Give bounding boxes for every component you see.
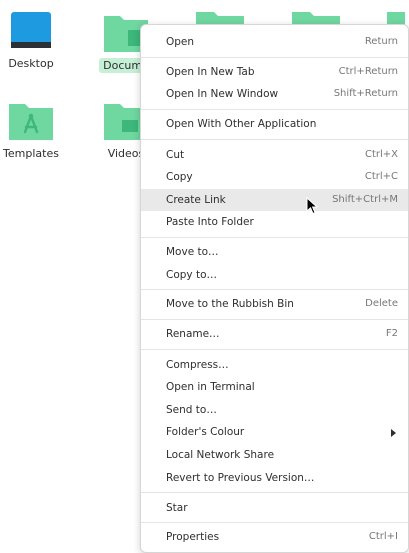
menu-item-label: Open With Other Application (166, 118, 317, 130)
menu-separator (141, 109, 408, 110)
menu-item-send-to[interactable]: Send to… (141, 399, 408, 421)
menu-separator (141, 349, 408, 350)
menu-separator (141, 289, 408, 290)
menu-item-star[interactable]: Star (141, 497, 408, 519)
menu-item-folders-colour[interactable]: Folder's Colour (141, 421, 408, 443)
menu-item-label: Open in Terminal (166, 381, 255, 393)
menu-item-accel: Return (364, 36, 398, 47)
desktop-folder-icon[interactable]: Desktop (0, 10, 71, 71)
menu-item-label: Local Network Share (166, 449, 275, 461)
mouse-pointer-icon (306, 197, 318, 215)
menu-item-accel: Ctrl+X (364, 149, 398, 160)
menu-item-open-new-window[interactable]: Open In New Window Shift+Return (141, 83, 408, 105)
menu-item-accel: Shift+Return (333, 88, 398, 99)
templates-folder-label: Templates (3, 147, 59, 160)
menu-separator (141, 139, 408, 140)
menu-item-label: Star (166, 502, 188, 514)
templates-folder[interactable]: Templates (0, 98, 71, 161)
menu-item-label: Open (166, 36, 195, 48)
submenu-arrow-icon (391, 429, 396, 437)
menu-item-label: Properties (166, 531, 220, 543)
menu-item-label: Copy (166, 171, 193, 183)
menu-separator (141, 319, 408, 320)
menu-item-accel: Ctrl+Return (338, 66, 398, 77)
menu-item-move-to-rubbish-bin[interactable]: Move to the Rubbish Bin Delete (141, 293, 408, 315)
menu-item-label: Copy to… (166, 269, 218, 281)
menu-item-compress[interactable]: Compress… (141, 354, 408, 376)
menu-item-label: Rename… (166, 328, 220, 340)
menu-separator (141, 57, 408, 58)
menu-item-open[interactable]: Open Return (141, 31, 408, 53)
menu-item-open-in-terminal[interactable]: Open in Terminal (141, 376, 408, 398)
desktop-icon (11, 12, 51, 48)
menu-item-label: Move to the Rubbish Bin (166, 298, 294, 310)
menu-item-label: Move to… (166, 246, 219, 258)
menu-item-rename[interactable]: Rename… F2 (141, 323, 408, 345)
menu-item-create-link[interactable]: Create Link Shift+Ctrl+M (141, 189, 408, 211)
menu-item-label: Compress… (166, 359, 229, 371)
menu-item-accel: Ctrl+I (368, 531, 398, 542)
menu-item-label: Open In New Tab (166, 66, 255, 78)
context-menu: Open Return Open In New Tab Ctrl+Return … (140, 24, 409, 553)
menu-item-label: Create Link (166, 194, 226, 206)
menu-item-accel: Ctrl+C (364, 171, 398, 182)
menu-item-cut[interactable]: Cut Ctrl+X (141, 144, 408, 166)
menu-item-label: Revert to Previous Version… (166, 472, 315, 484)
menu-item-accel: F2 (385, 328, 398, 339)
menu-item-local-network-share[interactable]: Local Network Share (141, 444, 408, 466)
menu-item-label: Folder's Colour (166, 426, 245, 438)
menu-item-move-to[interactable]: Move to… (141, 241, 408, 263)
desktop-folder-label: Desktop (8, 57, 54, 70)
menu-item-open-with-other-application[interactable]: Open With Other Application (141, 113, 408, 135)
menu-item-copy-to[interactable]: Copy to… (141, 264, 408, 286)
menu-item-label: Cut (166, 149, 185, 161)
menu-item-paste-into-folder[interactable]: Paste Into Folder (141, 211, 408, 233)
menu-item-label: Open In New Window (166, 88, 279, 100)
menu-item-properties[interactable]: Properties Ctrl+I (141, 526, 408, 548)
menu-item-revert-previous-version[interactable]: Revert to Previous Version… (141, 467, 408, 489)
menu-item-label: Paste Into Folder (166, 216, 254, 228)
menu-item-label: Send to… (166, 404, 217, 416)
menu-item-accel: Shift+Ctrl+M (332, 194, 398, 205)
menu-item-copy[interactable]: Copy Ctrl+C (141, 166, 408, 188)
menu-separator (141, 237, 408, 238)
menu-separator (141, 492, 408, 493)
menu-separator (141, 522, 408, 523)
menu-item-open-new-tab[interactable]: Open In New Tab Ctrl+Return (141, 61, 408, 83)
templates-folder-icon (9, 104, 53, 140)
menu-item-accel: Delete (365, 298, 398, 309)
